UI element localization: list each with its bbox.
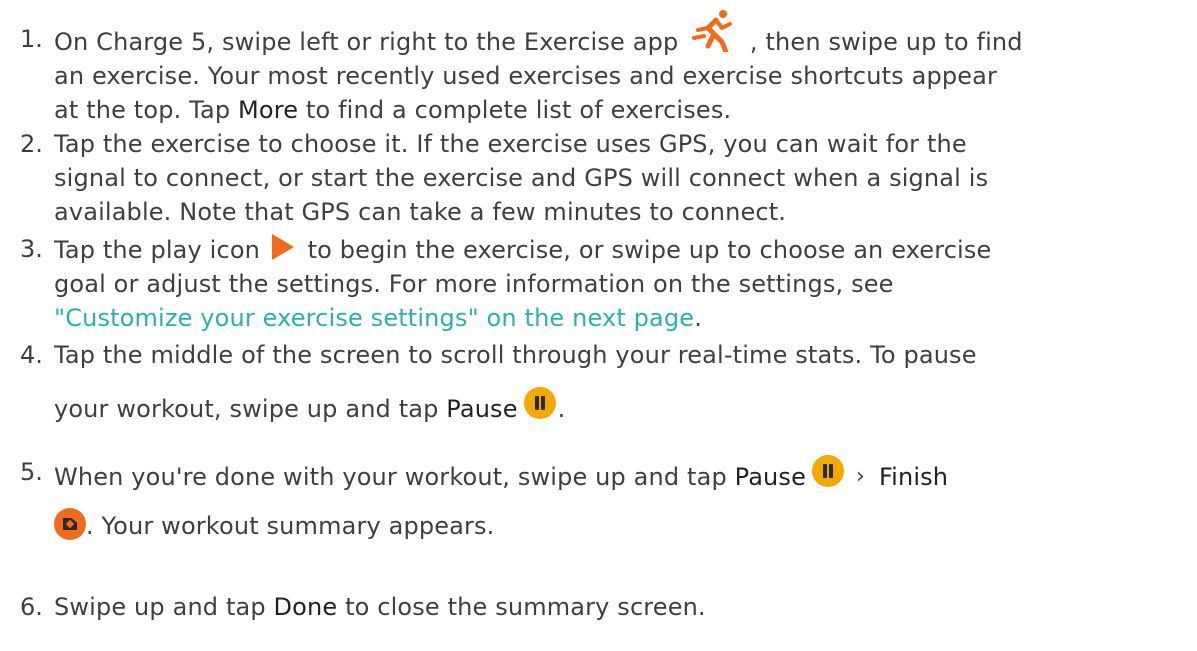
step-number: 4. [20,341,43,369]
finish-icon [54,508,86,540]
customize-settings-link[interactable]: "Customize your exercise settings" on th… [54,304,694,332]
done-label: Done [273,593,338,621]
step-number: 2. [20,130,43,158]
step-text: Tap the play icon to begin the exercise,… [54,232,1184,335]
step-line: your workout, swipe up and tap Pause. [54,387,1184,426]
step-line: available. Note that GPS can take a few … [54,198,787,226]
step-text: Tap the exercise to choose it. If the ex… [54,127,1184,229]
step-number: 5. [20,458,43,486]
pause-label: Pause [734,463,806,491]
step-line: "Customize your exercise settings" on th… [54,304,702,332]
step-line: at the top. Tap More to find a complete … [54,96,732,124]
step-line: Tap the play icon to begin the exercise,… [54,232,1184,267]
step-line: signal to connect, or start the exercise… [54,164,989,192]
play-icon [270,232,296,262]
step-line: When you're done with your workout, swip… [54,455,1184,494]
step-line: Tap the middle of the screen to scroll t… [54,341,977,369]
step-line: goal or adjust the settings. For more in… [54,270,894,298]
pause-icon [523,387,556,419]
finish-label: Finish [878,463,949,491]
step-number: 1. [20,25,43,53]
step-text: Swipe up and tap Done to close the summa… [54,590,1184,624]
pause-label: Pause [446,395,518,423]
step-line: Swipe up and tap Done to close the summa… [54,593,706,621]
chevron-right-icon: › [856,464,865,489]
pause-icon [812,455,844,487]
step-line: On Charge 5, swipe left or right to the … [54,10,1184,59]
step-text: When you're done with your workout, swip… [54,455,1184,543]
exercise-runner-icon [692,8,736,55]
step-number: 6. [20,593,43,621]
step-line: . Your workout summary appears. [54,508,1184,543]
more-label: More [238,96,299,124]
step-line: Tap the exercise to choose it. If the ex… [54,130,967,158]
step-text: On Charge 5, swipe left or right to the … [54,10,1184,127]
exercise-instructions-list: 1. On Charge 5, swipe left or right to t… [0,0,1197,651]
step-line: an exercise. Your most recently used exe… [54,62,998,90]
step-number: 3. [20,235,43,263]
step-text: Tap the middle of the screen to scroll t… [54,338,1184,426]
